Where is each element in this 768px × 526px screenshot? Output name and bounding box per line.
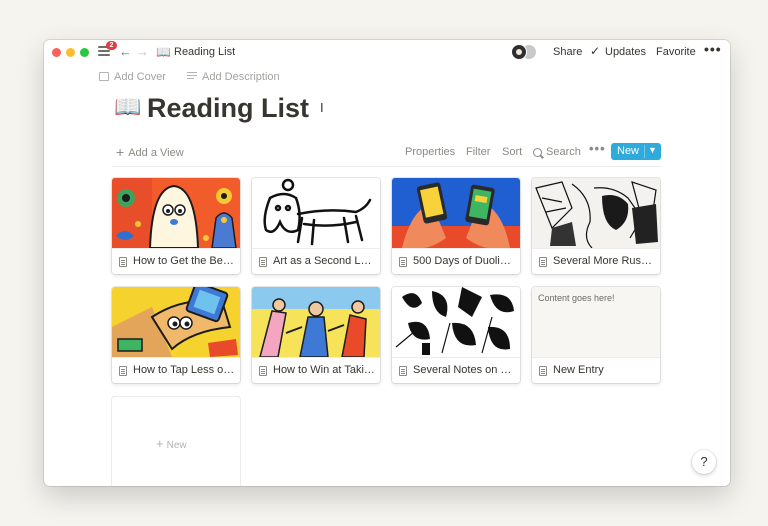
add-new-card[interactable]: + New: [112, 397, 240, 486]
sort-button[interactable]: Sort: [502, 146, 522, 159]
add-cover-label: Add Cover: [114, 71, 166, 83]
page-icon: [259, 257, 267, 267]
add-view-label: Add a View: [128, 147, 184, 159]
close-window-button[interactable]: [52, 48, 61, 57]
new-card-text: New: [166, 440, 187, 451]
avatar: [511, 44, 527, 60]
card-title: Several Notes on …: [413, 364, 512, 376]
card-footer: New Entry: [532, 357, 660, 383]
card-cover-image: [392, 287, 520, 357]
help-button[interactable]: ?: [692, 450, 716, 474]
card-title: How to Get the Be…: [133, 255, 234, 267]
page-icon: [399, 366, 407, 376]
gallery-card[interactable]: How to Win at Taki…: [252, 287, 380, 383]
card-footer: How to Get the Be…: [112, 248, 240, 274]
add-description-label: Add Description: [202, 71, 280, 83]
page-icon: [539, 366, 547, 376]
page-title[interactable]: Reading List: [147, 92, 309, 124]
notification-badge: 2: [106, 41, 117, 50]
card-title: 500 Days of Duoli…: [413, 255, 511, 267]
updates-button[interactable]: Updates: [605, 46, 646, 59]
gallery-card[interactable]: Art as a Second La…: [252, 178, 380, 274]
add-description-button[interactable]: Add Description: [187, 71, 280, 84]
card-cover-image: [532, 178, 660, 248]
card-cover-image: [112, 287, 240, 357]
add-view-button[interactable]: + Add a View: [116, 145, 184, 160]
gallery-card[interactable]: Content goes here! New Entry: [532, 287, 660, 383]
search-icon[interactable]: [533, 148, 542, 157]
card-footer: Art as a Second La…: [252, 248, 380, 274]
app-window: 2 ← → 📖 Reading List Share ✓ Updates Fav…: [44, 40, 730, 486]
checkmark-icon: ✓: [590, 44, 601, 58]
favorite-button[interactable]: Favorite: [656, 46, 696, 59]
gallery-card[interactable]: How to Get the Be…: [112, 178, 240, 274]
text-cursor-icon: I: [320, 100, 324, 115]
share-button[interactable]: Share: [553, 46, 582, 59]
add-cover-button[interactable]: Add Cover: [99, 71, 166, 84]
page-icon: [539, 257, 547, 267]
page-icon: [399, 257, 407, 267]
plus-icon: +: [156, 436, 164, 451]
card-title: How to Win at Taki…: [273, 364, 375, 376]
breadcrumb[interactable]: Reading List: [174, 46, 235, 59]
card-footer: Several More Russ…: [532, 248, 660, 274]
collaborator-avatars[interactable]: [511, 44, 539, 60]
page-icon: [119, 366, 127, 376]
image-icon: [99, 72, 109, 81]
gallery-card[interactable]: Several Notes on …: [392, 287, 520, 383]
new-button[interactable]: New ▼: [611, 143, 661, 160]
gallery-card[interactable]: 500 Days of Duoli…: [392, 178, 520, 274]
card-cover-image: [252, 287, 380, 357]
back-arrow-icon[interactable]: ←: [119, 44, 132, 59]
plus-icon: +: [116, 144, 125, 160]
book-icon: 📖: [156, 45, 171, 59]
card-title: Art as a Second La…: [273, 255, 375, 267]
gallery-card[interactable]: How to Tap Less o…: [112, 287, 240, 383]
page-icon: [119, 257, 127, 267]
card-cover-image: [112, 178, 240, 248]
title-bar: 2 ← → 📖 Reading List Share ✓ Updates Fav…: [44, 40, 730, 64]
card-cover-image: [392, 178, 520, 248]
card-preview-text: Content goes here!: [538, 293, 615, 303]
properties-button[interactable]: Properties: [405, 146, 455, 159]
card-cover-image: [252, 178, 380, 248]
zoom-window-button[interactable]: [80, 48, 89, 57]
search-button[interactable]: Search: [546, 146, 581, 159]
card-footer: How to Win at Taki…: [252, 357, 380, 383]
text-lines-icon: [187, 72, 197, 81]
card-content-preview: Content goes here!: [532, 287, 660, 357]
card-title: New Entry: [553, 364, 604, 376]
card-title: How to Tap Less o…: [133, 364, 235, 376]
card-title: Several More Russ…: [553, 255, 655, 267]
page-icon: [259, 366, 267, 376]
toolbar-divider: [112, 166, 661, 167]
forward-arrow-icon[interactable]: →: [136, 44, 149, 59]
card-footer: Several Notes on …: [392, 357, 520, 383]
new-button-divider: [644, 145, 645, 158]
card-footer: How to Tap Less o…: [112, 357, 240, 383]
page-icon[interactable]: 📖: [114, 93, 141, 121]
add-new-card-label: + New: [156, 436, 187, 452]
more-options-icon[interactable]: •••: [704, 42, 722, 56]
filter-button[interactable]: Filter: [466, 146, 490, 159]
card-footer: 500 Days of Duoli…: [392, 248, 520, 274]
view-more-icon[interactable]: •••: [589, 142, 606, 155]
gallery-card[interactable]: Several More Russ…: [532, 178, 660, 274]
new-button-label: New: [617, 145, 640, 157]
chevron-down-icon[interactable]: ▼: [648, 142, 657, 159]
minimize-window-button[interactable]: [66, 48, 75, 57]
